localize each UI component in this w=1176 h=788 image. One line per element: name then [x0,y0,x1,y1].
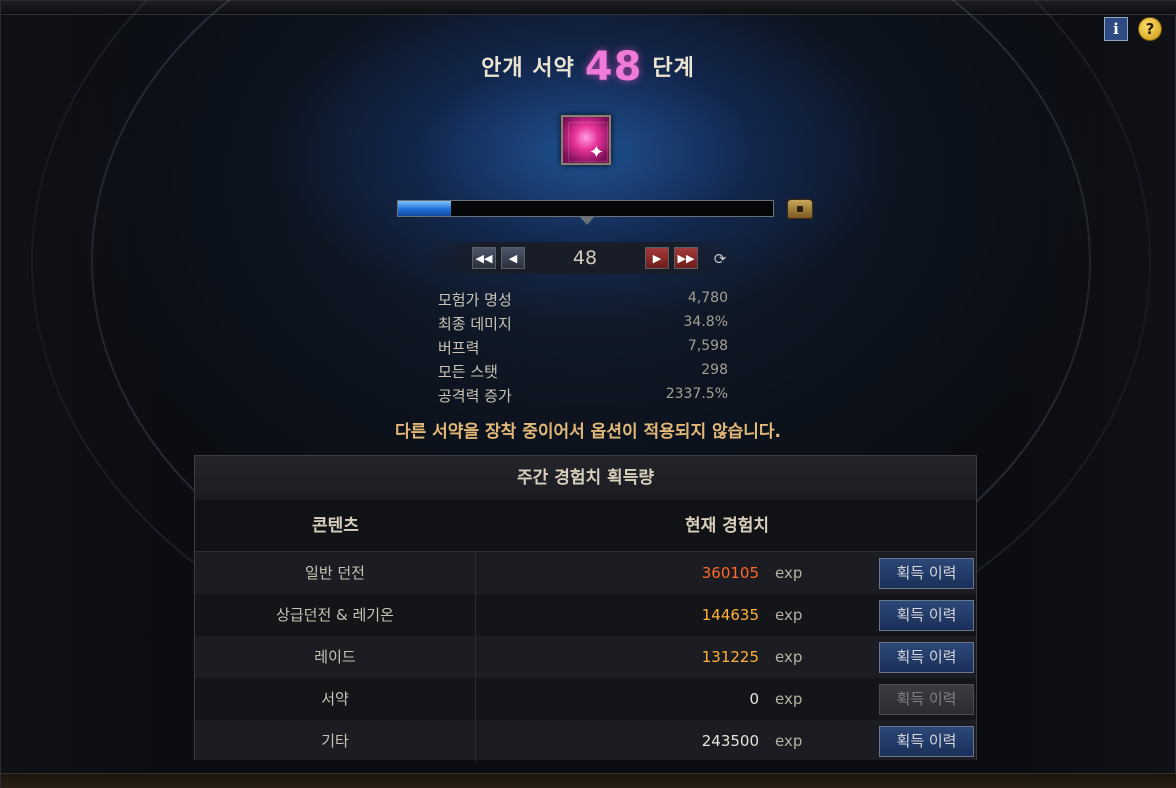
exp-unit: exp [775,648,803,666]
content-name: 상급던전 & 레기온 [195,594,476,636]
column-header-content: 콘텐츠 [312,516,359,536]
stat-row: 최종 데미지 34.8% [438,311,730,335]
exp-progress-fill [398,201,451,216]
exp-value: 131225 [701,648,759,666]
progress-pointer-icon [579,216,595,225]
help-icon[interactable]: ? [1138,17,1162,41]
stat-name: 모험가 명성 [438,291,512,309]
history-button[interactable]: 획득 이력 [879,642,974,673]
title-suffix: 단계 [652,56,695,81]
level-display: 48 [572,247,598,269]
stat-value: 34.8% [683,314,728,330]
stat-value: 298 [701,362,728,378]
table-row: 상급던전 & 레기온 144635 exp 획득 이력 [195,594,976,636]
info-icon[interactable]: i [1104,17,1128,41]
exp-value: 0 [749,690,759,708]
title-level: 48 [584,44,643,90]
next-level-button[interactable]: ▶ [645,247,669,269]
left-shade [1,15,166,775]
table-row: 일반 던전 360105 exp 획득 이력 [195,552,976,594]
history-button: 획득 이력 [879,684,974,715]
bottom-strip [1,773,1176,788]
stat-value: 7,598 [687,338,728,354]
stat-name: 공격력 증가 [438,387,512,405]
history-button[interactable]: 획득 이력 [879,558,974,589]
table-row: 레이드 131225 exp 획득 이력 [195,636,976,678]
warning-message: 다른 서약을 장착 중이어서 옵션이 적용되지 않습니다. [394,422,782,442]
stat-value: 2337.5% [665,386,728,402]
content-name: 기타 [195,720,476,762]
first-level-button[interactable]: ◀◀ [472,247,496,269]
exp-value: 360105 [701,564,759,582]
stat-value: 4,780 [687,290,728,306]
content-name: 일반 던전 [195,552,476,594]
column-header-exp: 현재 경험치 [684,516,770,536]
history-button[interactable]: 획득 이력 [879,726,974,757]
table-row: 기타 243500 exp 획득 이력 [195,720,976,762]
exp-value: 144635 [701,606,759,624]
oath-gem-icon[interactable] [561,115,611,165]
exp-unit: exp [775,732,803,750]
table-row: 서약 0 exp 획득 이력 [195,678,976,720]
prev-level-button[interactable]: ◀ [501,247,525,269]
content-name: 서약 [195,678,476,720]
exp-table-header: 콘텐츠 현재 경험치 [195,500,976,552]
right-shade [1010,15,1175,775]
exp-unit: exp [775,564,803,582]
page-title: 안개 서약 48 단계 [0,44,1176,90]
refresh-icon[interactable]: ⟳ [710,249,730,269]
stat-name: 모든 스탯 [438,363,498,381]
exp-panel-title: 주간 경험치 획득량 [195,456,976,500]
exp-unit: exp [775,606,803,624]
weekly-exp-panel: 주간 경험치 획득량 콘텐츠 현재 경험치 일반 던전 360105 exp 획… [194,455,977,762]
content-name: 레이드 [195,636,476,678]
exp-value: 243500 [701,732,759,750]
stat-name: 버프력 [438,339,480,357]
reward-chest-icon[interactable] [787,199,813,219]
stat-row: 공격력 증가 2337.5% [438,383,730,407]
last-level-button[interactable]: ▶▶ [674,247,698,269]
stat-name: 최종 데미지 [438,315,512,333]
stat-list: 모험가 명성 4,780 최종 데미지 34.8% 버프력 7,598 모든 스… [438,287,730,407]
title-prefix: 안개 서약 [481,56,575,81]
exp-unit: exp [775,690,803,708]
exp-progress-bar [397,200,774,217]
history-button[interactable]: 획득 이력 [879,600,974,631]
stat-row: 버프력 7,598 [438,335,730,359]
stat-row: 모든 스탯 298 [438,359,730,383]
stat-row: 모험가 명성 4,780 [438,287,730,311]
